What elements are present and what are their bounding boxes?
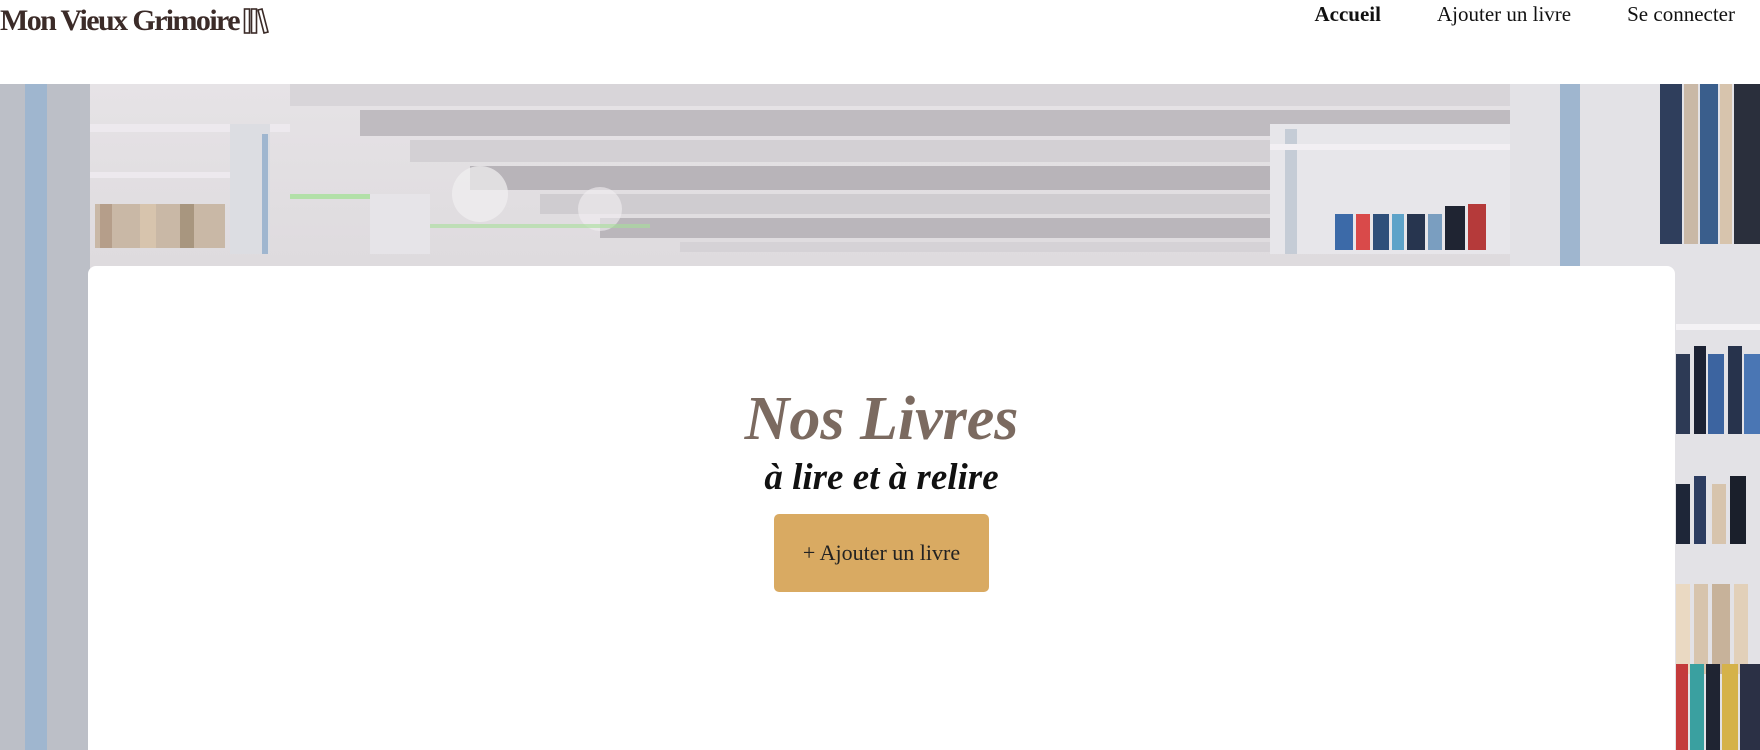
site-header: Mon Vieux Grimoire Accueil Ajouter un li… <box>0 0 1760 84</box>
books-icon <box>243 7 269 35</box>
add-book-button[interactable]: + Ajouter un livre <box>774 514 989 592</box>
main-nav: Accueil Ajouter un livre Se connecter <box>1259 2 1760 27</box>
nav-item-se-connecter[interactable]: Se connecter <box>1627 2 1735 27</box>
nav-item-accueil[interactable]: Accueil <box>1315 2 1381 27</box>
logo-text: Mon Vieux Grimoire <box>0 4 241 37</box>
logo[interactable]: Mon Vieux Grimoire <box>0 4 269 38</box>
page-subtitle: à lire et à relire <box>764 457 999 498</box>
content-card: Nos Livres à lire et à relire + Ajouter … <box>88 266 1675 750</box>
nav-item-ajouter-un-livre[interactable]: Ajouter un livre <box>1437 2 1571 27</box>
page-title: Nos Livres <box>744 385 1019 453</box>
